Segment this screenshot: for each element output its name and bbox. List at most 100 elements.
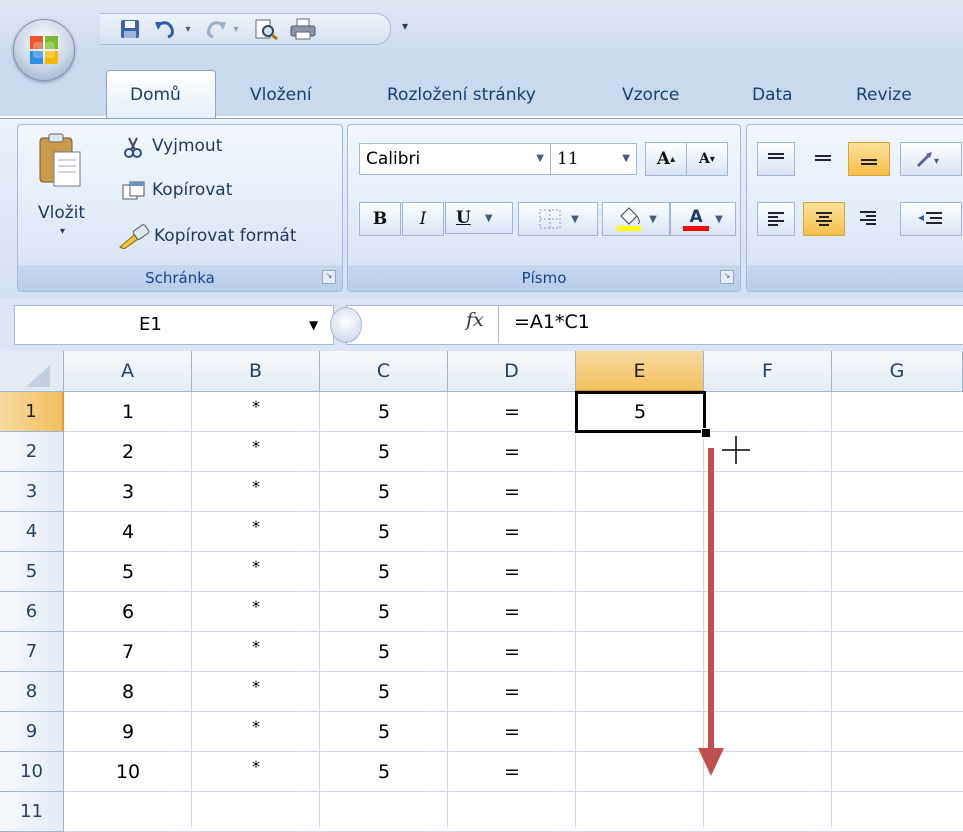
cell-a1[interactable]: 1 [64, 392, 192, 432]
clipboard-dialog-launcher[interactable]: ↘ [322, 270, 336, 284]
cell-d9[interactable]: = [448, 712, 576, 752]
office-button[interactable] [13, 19, 75, 81]
row-header-5[interactable]: 5 [0, 552, 64, 592]
cell-b6[interactable]: * [192, 592, 320, 632]
print-preview-icon[interactable] [252, 18, 280, 40]
font-name-select[interactable]: Calibri ▼ [359, 143, 551, 175]
save-icon[interactable] [118, 18, 142, 40]
row-header-7[interactable]: 7 [0, 632, 64, 672]
cell-c7[interactable]: 5 [320, 632, 448, 672]
cell-c10[interactable]: 5 [320, 752, 448, 792]
cell-b1[interactable]: * [192, 392, 320, 432]
decrease-indent-button[interactable] [900, 202, 962, 236]
fill-color-button[interactable]: ▼ [602, 202, 670, 236]
copy-button[interactable]: Kopírovat [152, 180, 232, 200]
cell-b3[interactable]: * [192, 472, 320, 512]
column-header-b[interactable]: B [192, 351, 320, 392]
tab-home[interactable]: Domů [130, 82, 181, 108]
column-header-a[interactable]: A [64, 351, 192, 392]
cell-d8[interactable]: = [448, 672, 576, 712]
cell-a3[interactable]: 3 [64, 472, 192, 512]
cell-d3[interactable]: = [448, 472, 576, 512]
font-size-select[interactable]: 11 ▼ [550, 143, 637, 175]
cell-a6[interactable]: 6 [64, 592, 192, 632]
select-all-button[interactable] [0, 351, 64, 392]
row-header-1[interactable]: 1 [0, 392, 64, 432]
cell-b4[interactable]: * [192, 512, 320, 552]
row-header-8[interactable]: 8 [0, 672, 64, 712]
row-header-4[interactable]: 4 [0, 512, 64, 552]
orientation-button[interactable]: ▾ [900, 142, 962, 176]
cell-c4[interactable]: 5 [320, 512, 448, 552]
column-header-c[interactable]: C [320, 351, 448, 392]
column-header-f[interactable]: F [704, 351, 832, 392]
tab-review[interactable]: Revize [856, 82, 912, 108]
paste-button[interactable]: Vložit [38, 203, 85, 223]
cell-d4[interactable]: = [448, 512, 576, 552]
selected-cell-e1[interactable] [575, 391, 706, 433]
cell-b7[interactable]: * [192, 632, 320, 672]
insert-function-icon[interactable]: fx [466, 309, 484, 331]
paste-icon[interactable] [38, 132, 82, 188]
row-header-6[interactable]: 6 [0, 592, 64, 632]
cell-b5[interactable]: * [192, 552, 320, 592]
align-bottom-button[interactable] [848, 142, 890, 176]
formula-input[interactable] [346, 305, 963, 345]
undo-dropdown-icon[interactable]: ▾ [182, 18, 194, 40]
cell-d6[interactable]: = [448, 592, 576, 632]
cell-c3[interactable]: 5 [320, 472, 448, 512]
column-header-d[interactable]: D [448, 351, 576, 392]
undo-icon[interactable] [152, 18, 180, 40]
font-color-button[interactable]: A ▼ [670, 202, 736, 236]
align-left-button[interactable] [757, 202, 795, 236]
row-header-9[interactable]: 9 [0, 712, 64, 752]
cell-a7[interactable]: 7 [64, 632, 192, 672]
cell-d2[interactable]: = [448, 432, 576, 472]
cell-a8[interactable]: 8 [64, 672, 192, 712]
name-box[interactable]: E1 ▼ [14, 305, 334, 345]
cell-c5[interactable]: 5 [320, 552, 448, 592]
shrink-font-button[interactable]: A ▾ [686, 142, 728, 176]
underline-button[interactable]: U ▼ [445, 202, 513, 234]
cell-d5[interactable]: = [448, 552, 576, 592]
cell-b10[interactable]: * [192, 752, 320, 792]
borders-button[interactable]: ▼ [518, 202, 598, 236]
cell-b9[interactable]: * [192, 712, 320, 752]
cell-a9[interactable]: 9 [64, 712, 192, 752]
row-header-10[interactable]: 10 [0, 752, 64, 792]
cell-b2[interactable]: * [192, 432, 320, 472]
font-dialog-launcher[interactable]: ↘ [720, 270, 734, 284]
cell-a10[interactable]: 10 [64, 752, 192, 792]
cell-d10[interactable]: = [448, 752, 576, 792]
format-painter-button[interactable]: Kopírovat formát [154, 226, 297, 246]
cell-d7[interactable]: = [448, 632, 576, 672]
row-header-2[interactable]: 2 [0, 432, 64, 472]
column-header-g[interactable]: G [832, 351, 963, 392]
italic-button[interactable]: I [402, 202, 444, 236]
tab-page-layout[interactable]: Rozložení stránky [387, 82, 536, 108]
cell-c8[interactable]: 5 [320, 672, 448, 712]
cell-a2[interactable]: 2 [64, 432, 192, 472]
cell-c2[interactable]: 5 [320, 432, 448, 472]
bold-button[interactable]: B [359, 202, 401, 236]
cell-d1[interactable]: = [448, 392, 576, 432]
redo-icon[interactable] [202, 18, 228, 40]
paste-dropdown-icon[interactable]: ▾ [60, 226, 65, 237]
tab-insert[interactable]: Vložení [250, 82, 312, 108]
row-header-11[interactable]: 11 [0, 792, 64, 832]
align-middle-button[interactable] [803, 142, 843, 174]
cut-button[interactable]: Vyjmout [152, 136, 222, 156]
tab-formulas[interactable]: Vzorce [622, 82, 679, 108]
cell-c9[interactable]: 5 [320, 712, 448, 752]
fill-handle[interactable] [701, 428, 711, 438]
redo-dropdown-icon[interactable]: ▾ [230, 18, 242, 40]
row-header-3[interactable]: 3 [0, 472, 64, 512]
align-top-button[interactable] [757, 142, 795, 176]
formula-bar-resize-handle[interactable] [330, 307, 362, 343]
cell-a4[interactable]: 4 [64, 512, 192, 552]
customize-dropdown-icon[interactable]: ▾ [402, 19, 408, 33]
cell-b8[interactable]: * [192, 672, 320, 712]
column-header-e[interactable]: E [576, 351, 704, 392]
align-right-button[interactable] [848, 202, 888, 234]
print-icon[interactable] [288, 18, 318, 40]
